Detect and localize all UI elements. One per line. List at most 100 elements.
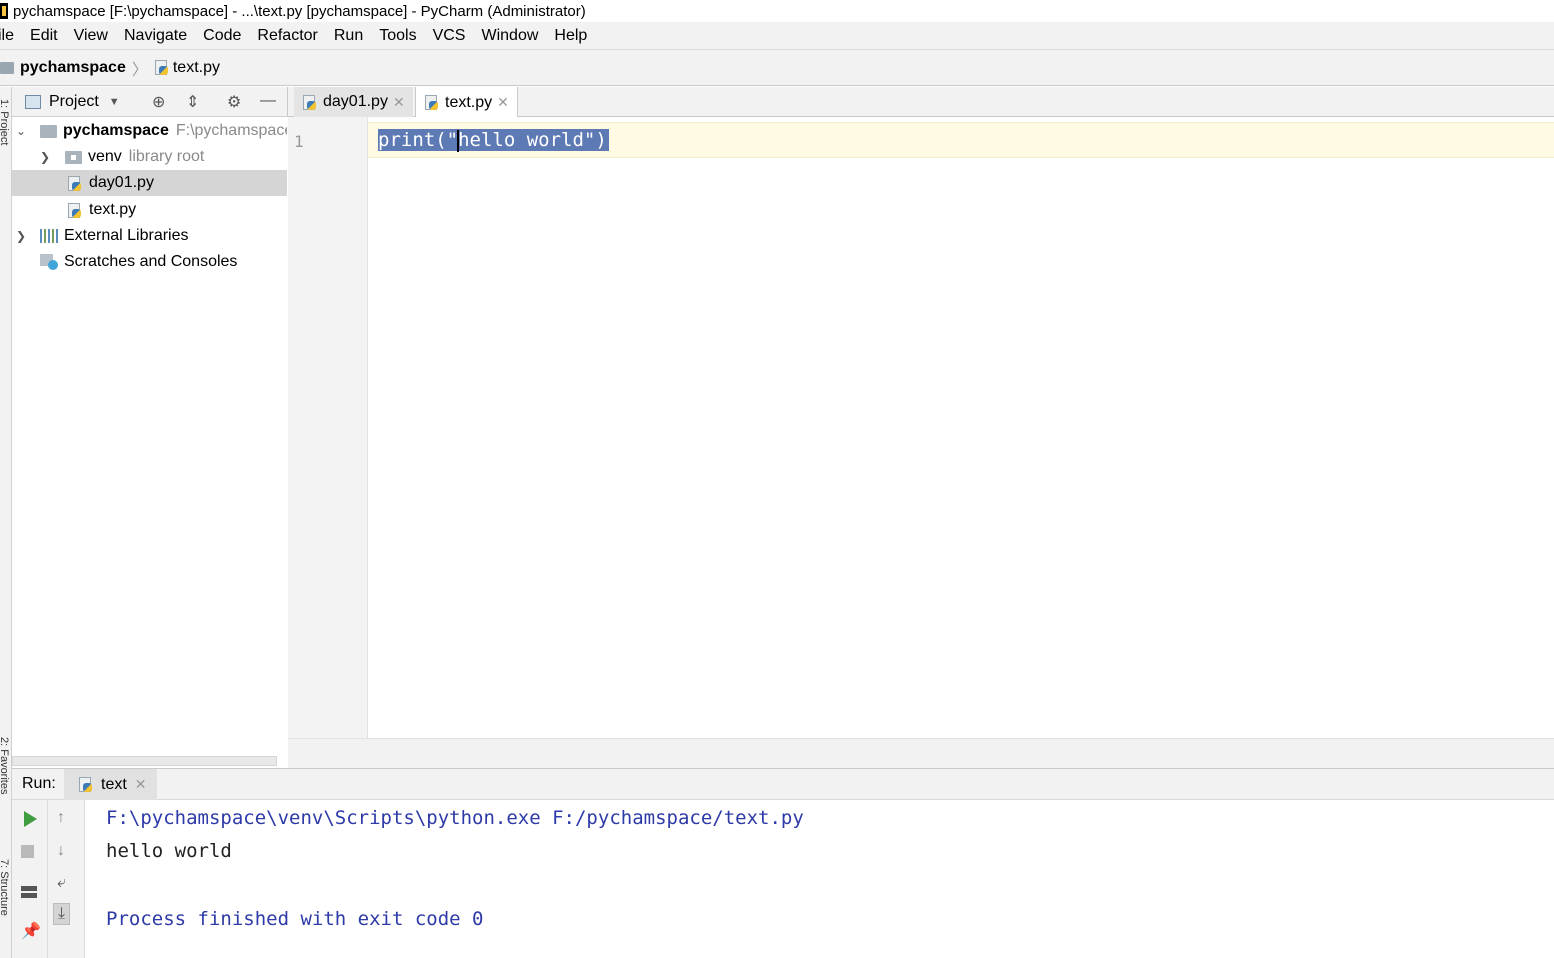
run-panel-header: Run: text ✕	[12, 768, 1554, 800]
breadcrumb-separator-icon: 〉	[131, 61, 148, 79]
breadcrumb: pychamspace 〉 text.py	[0, 50, 1554, 86]
rerun-button[interactable]	[24, 811, 37, 827]
tree-venv-name: venv	[88, 148, 122, 165]
chevron-right-icon[interactable]: ❯	[16, 229, 26, 243]
console-finish-line: Process finished with exit code 0	[106, 908, 484, 930]
menu-help[interactable]: Help	[554, 27, 587, 45]
restore-layout-button[interactable]	[21, 886, 37, 898]
breadcrumb-file[interactable]: text.py	[173, 59, 220, 77]
gear-icon[interactable]: ⚙	[227, 92, 241, 112]
tab-text[interactable]: text.py ✕	[415, 87, 518, 118]
arrow-down-icon: ↓	[57, 842, 65, 859]
menu-tools[interactable]: Tools	[379, 27, 416, 45]
soft-wrap-button[interactable]: ⤶	[57, 875, 66, 891]
chevron-right-icon[interactable]: ❯	[40, 150, 50, 164]
tree-root-path: F:\pychamspace	[175, 122, 287, 139]
menu-window[interactable]: Window	[481, 27, 538, 45]
close-icon[interactable]: ✕	[135, 776, 147, 793]
menu-code[interactable]: Code	[203, 27, 241, 45]
menu-file[interactable]: ile	[0, 27, 14, 45]
stop-icon	[21, 845, 34, 858]
scroll-up-button[interactable]: ↑	[57, 810, 65, 826]
arrow-up-icon: ↑	[57, 809, 65, 826]
python-icon	[78, 777, 93, 792]
pin-tab-button[interactable]: 📌	[21, 924, 41, 940]
libraries-icon	[40, 229, 58, 243]
run-console[interactable]: F:\pychamspace\venv\Scripts\python.exe F…	[85, 800, 1554, 958]
chevron-down-icon[interactable]: ⌄	[16, 124, 26, 138]
folder-icon	[0, 61, 14, 74]
python-file-icon	[154, 60, 169, 75]
run-toolbar-left: 📌	[12, 800, 48, 958]
code-line[interactable]: print("hello world")	[378, 126, 609, 154]
hide-panel-icon[interactable]: —	[260, 92, 276, 110]
menu-run[interactable]: Run	[334, 27, 363, 45]
menu-view[interactable]: View	[74, 27, 108, 45]
tree-file1-name: day01.py	[89, 174, 154, 191]
project-tree: ⌄ pychamspace F:\pychamspace ❯ venv libr…	[12, 117, 287, 757]
editor-horizontal-scrollbar[interactable]	[288, 738, 1554, 768]
tree-file2-name: text.py	[89, 201, 137, 218]
play-icon	[24, 811, 37, 827]
project-panel-header: Project ▼ ⊕ ⇕ ⚙ —	[12, 87, 287, 117]
stop-button[interactable]	[21, 845, 34, 858]
scroll-to-end-icon: ⤓	[58, 905, 66, 922]
favorites-tool-window-button[interactable]: 2: Favorites	[0, 737, 10, 794]
left-tool-strip: 1: Project 2: Favorites 7: Structure	[0, 87, 12, 958]
window-title: pychamspace [F:\pychamspace] - ...\text.…	[13, 2, 586, 20]
scratches-icon	[40, 254, 58, 270]
project-tool-window-button[interactable]: 1: Project	[0, 99, 10, 145]
editor-gutter: 1	[288, 117, 368, 738]
folder-icon	[40, 124, 57, 138]
tree-item-day01[interactable]: day01.py	[12, 170, 287, 196]
console-command-line: F:\pychamspace\venv\Scripts\python.exe F…	[106, 807, 804, 829]
close-icon[interactable]: ✕	[497, 94, 509, 111]
line-number: 1	[294, 132, 304, 151]
chevron-down-icon[interactable]: ▼	[109, 96, 120, 108]
tree-item-external-libraries[interactable]: ❯ External Libraries	[12, 223, 287, 249]
menu-edit[interactable]: Edit	[30, 27, 58, 45]
code-before-cursor: print("	[378, 129, 459, 151]
run-tab-label: text	[101, 775, 127, 793]
scroll-to-end-button[interactable]: ⤓	[53, 903, 71, 925]
code-editor[interactable]: print("hello world")	[368, 117, 1554, 738]
python-file-icon	[67, 202, 82, 218]
run-tab-text[interactable]: text ✕	[64, 769, 157, 800]
project-view-icon	[25, 94, 41, 109]
tab-label: day01.py	[323, 93, 388, 110]
pycharm-app-icon	[0, 3, 8, 19]
tree-item-venv[interactable]: ❯ venv library root	[12, 144, 287, 170]
library-folder-icon	[65, 150, 82, 164]
breadcrumb-project[interactable]: pychamspace	[20, 59, 126, 77]
tab-day01[interactable]: day01.py ✕	[294, 87, 413, 117]
structure-tool-window-button[interactable]: 7: Structure	[0, 859, 10, 916]
close-icon[interactable]: ✕	[393, 94, 405, 111]
menu-vcs[interactable]: VCS	[433, 27, 466, 45]
tree-root-name: pychamspace	[63, 122, 169, 139]
project-view-selector[interactable]: Project	[49, 93, 99, 111]
tree-item-scratches[interactable]: Scratches and Consoles	[12, 249, 287, 275]
tree-external-label: External Libraries	[64, 227, 189, 244]
tree-venv-hint: library root	[128, 148, 205, 165]
selected-code: print("hello world")	[378, 129, 609, 152]
locate-file-icon[interactable]: ⊕	[152, 92, 165, 112]
python-file-icon	[67, 175, 82, 191]
soft-wrap-icon: ⤶	[57, 874, 66, 891]
tab-label: text.py	[445, 93, 493, 111]
run-panel-label: Run:	[22, 775, 56, 792]
title-bar: pychamspace [F:\pychamspace] - ...\text.…	[0, 0, 1554, 22]
pin-icon: 📌	[21, 923, 41, 940]
menu-bar: ile Edit View Navigate Code Refactor Run…	[0, 22, 1554, 50]
menu-navigate[interactable]: Navigate	[124, 27, 187, 45]
run-toolbar-right: ↑ ↓ ⤶ ⤓	[48, 800, 85, 958]
tree-horizontal-scrollbar[interactable]	[12, 756, 277, 766]
scroll-down-button[interactable]: ↓	[57, 843, 65, 859]
menu-refactor[interactable]: Refactor	[257, 27, 317, 45]
tree-item-text[interactable]: text.py	[12, 197, 287, 223]
code-after-cursor: hello world")	[458, 129, 607, 151]
console-output-line: hello world	[106, 840, 232, 862]
python-file-icon	[424, 95, 439, 110]
tree-item-root[interactable]: ⌄ pychamspace F:\pychamspace	[12, 118, 287, 144]
collapse-all-icon[interactable]: ⇕	[186, 92, 199, 112]
python-file-icon	[302, 94, 317, 110]
